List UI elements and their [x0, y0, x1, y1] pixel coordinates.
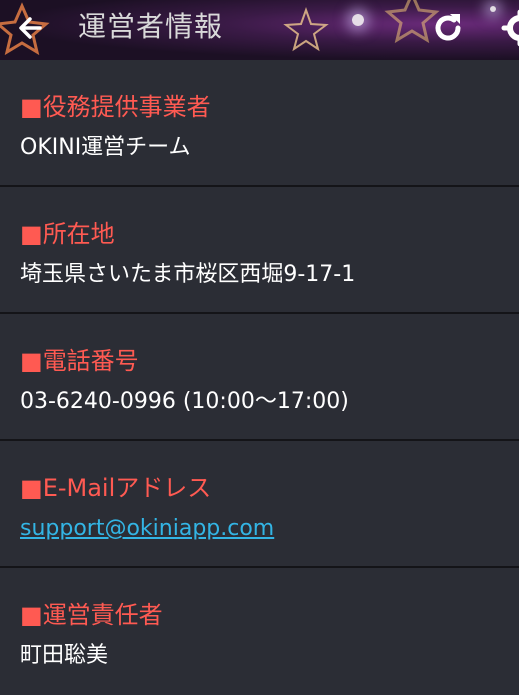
heading-text: 電話番号: [42, 347, 139, 375]
operator-info-list: ■役務提供事業者 OKINI運営チーム ■所在地 埼玉県さいたま市桜区西堀9-1…: [0, 60, 519, 695]
service-provider-value: OKINI運営チーム: [20, 135, 191, 160]
email-link[interactable]: support@okiniapp.com: [20, 515, 519, 543]
settings-button[interactable]: [500, 8, 519, 48]
sparkle-decoration: [352, 14, 364, 26]
heading-text: E-Mailアドレス: [42, 474, 212, 502]
refresh-button[interactable]: [428, 8, 468, 48]
section-address: ■所在地 埼玉県さいたま市桜区西堀9-17-1: [0, 187, 519, 314]
app-bar: 運営者情報: [0, 0, 519, 60]
heading-marker: ■: [20, 347, 43, 375]
phone-value: 03-6240-0996 (10:00〜17:00): [20, 389, 349, 414]
section-service-provider: ■役務提供事業者 OKINI運営チーム: [0, 60, 519, 187]
manager-value: 町田聡美: [20, 643, 109, 668]
section-manager: ■運営責任者 町田聡美: [0, 568, 519, 695]
heading-text: 役務提供事業者: [42, 93, 211, 121]
back-button[interactable]: [12, 8, 52, 48]
page-title: 運営者情報: [78, 10, 224, 43]
heading-text: 所在地: [42, 220, 115, 248]
gear-icon: [501, 9, 519, 47]
heading-marker: ■: [20, 474, 43, 502]
heading-marker: ■: [20, 220, 43, 248]
section-email: ■E-Mailアドレス support@okiniapp.com: [0, 441, 519, 568]
section-heading: ■E-Mailアドレス: [20, 473, 519, 503]
refresh-icon: [435, 14, 461, 41]
section-phone: ■電話番号 03-6240-0996 (10:00〜17:00): [0, 314, 519, 441]
sparkle-decoration: [490, 6, 496, 12]
section-heading: ■運営責任者: [20, 600, 519, 630]
arrow-left-icon: [19, 17, 42, 39]
section-heading: ■役務提供事業者: [20, 92, 519, 122]
address-value: 埼玉県さいたま市桜区西堀9-17-1: [20, 262, 356, 287]
star-decoration-icon: [283, 7, 329, 52]
section-heading: ■所在地: [20, 219, 519, 249]
section-heading: ■電話番号: [20, 346, 519, 376]
heading-text: 運営責任者: [42, 601, 163, 629]
heading-marker: ■: [20, 93, 43, 121]
heading-marker: ■: [20, 601, 43, 629]
